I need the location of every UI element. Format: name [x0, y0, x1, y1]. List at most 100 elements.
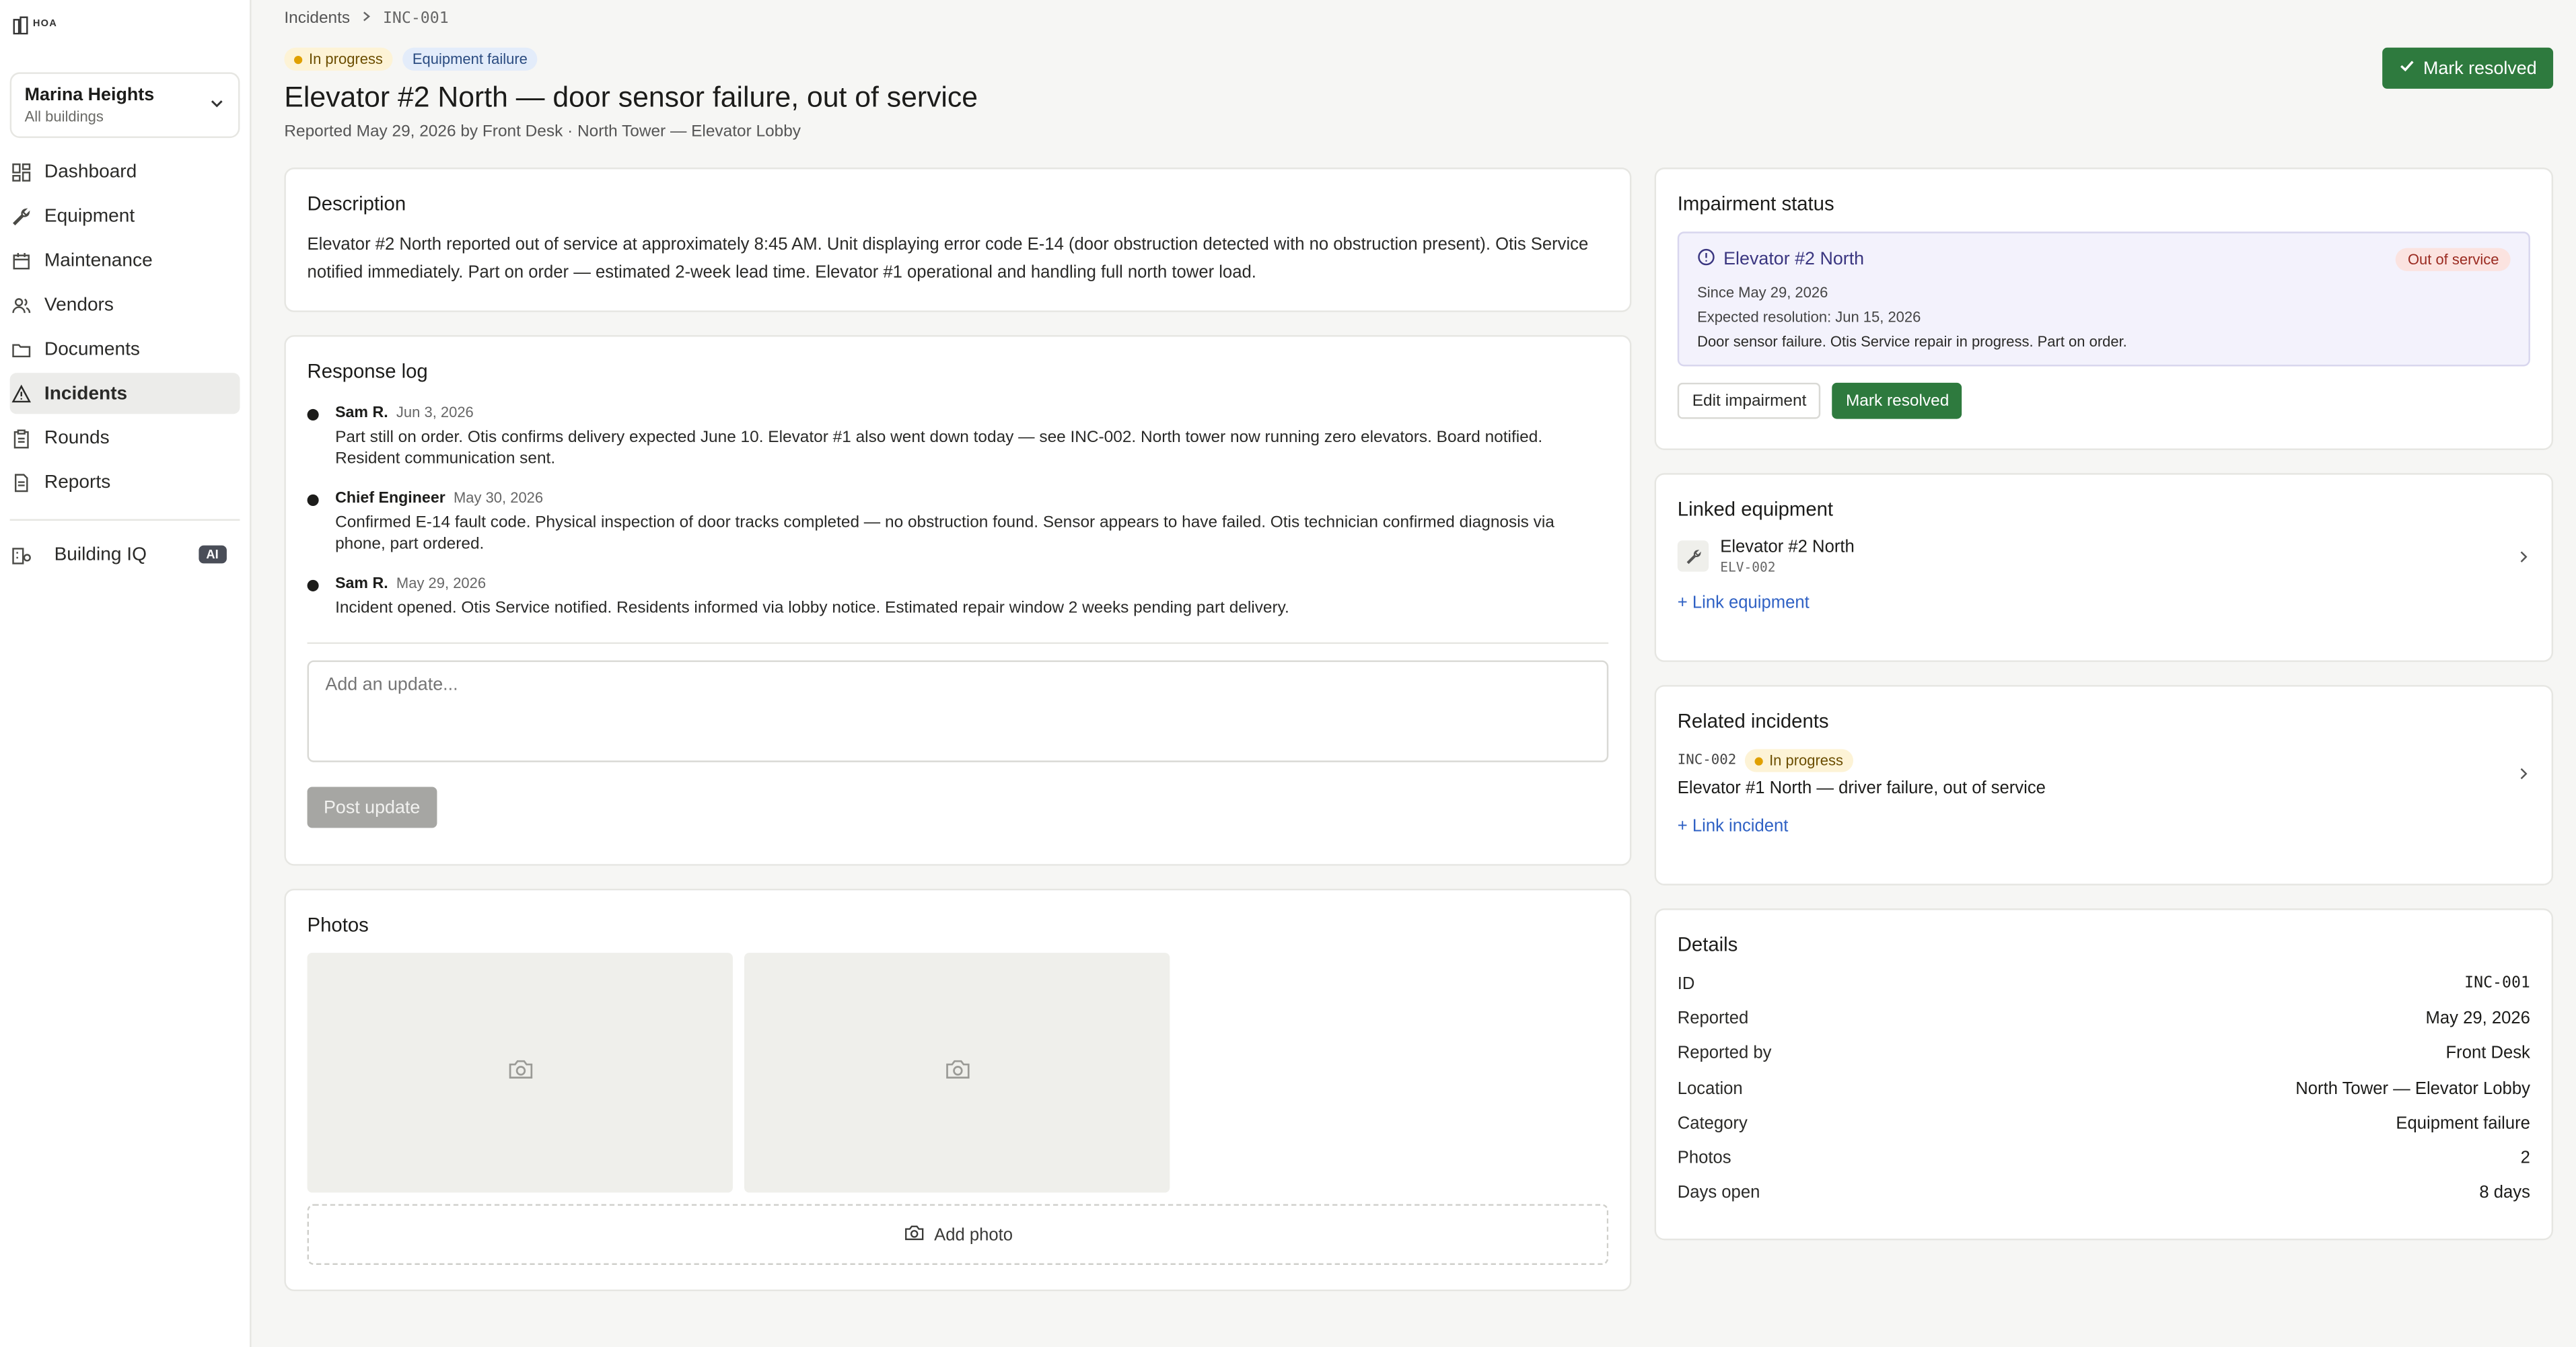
org-switcher[interactable]: Marina Heights All buildings	[9, 72, 240, 139]
add-photo-label: Add photo	[934, 1225, 1013, 1245]
link-equipment-link[interactable]: + Link equipment	[1678, 593, 2530, 612]
timeline-dot-icon	[307, 494, 319, 506]
alert-triangle-icon	[10, 382, 33, 405]
log-author: Chief Engineer	[335, 489, 445, 508]
sidebar-item-label: Rounds	[44, 428, 110, 448]
detail-value: INC-001	[2464, 974, 2530, 993]
log-date: May 29, 2026	[396, 575, 487, 591]
impairment-mark-resolved-button[interactable]: Mark resolved	[1832, 382, 1962, 419]
check-icon	[2398, 57, 2414, 79]
response-log-card: Response log Sam R. Jun 3, 2026 Part stil…	[284, 335, 1632, 866]
impairment-box: Elevator #2 North Out of service Since M…	[1677, 231, 2530, 367]
details-heading: Details	[1677, 933, 1738, 956]
folder-icon	[10, 338, 33, 361]
update-input[interactable]	[307, 660, 1609, 762]
description-heading: Description	[307, 192, 406, 215]
camera-icon	[903, 1223, 925, 1246]
linked-equipment-name: Elevator #2 North	[1720, 537, 1855, 557]
detail-value: Equipment failure	[2396, 1113, 2530, 1134]
sidebar-item-label: Building IQ	[54, 544, 147, 565]
ai-badge: AI	[198, 545, 227, 564]
detail-key: ID	[1677, 973, 1695, 994]
detail-row-reported-by: Reported by Front Desk	[1678, 1036, 2530, 1071]
clipboard-icon	[10, 427, 33, 449]
log-text: Incident opened. Otis Service notified. …	[335, 599, 1289, 618]
log-date: Jun 3, 2026	[396, 404, 474, 421]
related-incidents-card: Related incidents INC-002 In progress El…	[1654, 685, 2554, 885]
sidebar-item-label: Documents	[44, 339, 140, 359]
detail-value: North Tower — Elevator Lobby	[2295, 1078, 2530, 1099]
impairment-since: Since May 29, 2026	[1697, 284, 1828, 301]
impairment-equipment: Elevator #2 North	[1723, 250, 1865, 270]
sidebar-item-rounds[interactable]: Rounds	[10, 417, 240, 458]
detail-value: 8 days	[2479, 1183, 2530, 1204]
post-update-button[interactable]: Post update	[307, 787, 437, 828]
status-badge-label: In progress	[309, 50, 383, 68]
related-incident-row[interactable]: INC-002 In progress Elevator #1 North — …	[1677, 749, 2530, 799]
detail-value: May 29, 2026	[2425, 1008, 2530, 1029]
details-card: Details ID INC-001 Reported May 29, 2026 R…	[1654, 908, 2554, 1241]
users-icon	[10, 293, 33, 316]
linked-equipment-card: Linked equipment Elevator #2 North ELV-0…	[1654, 473, 2554, 662]
brand-logo[interactable]: HOA	[13, 13, 240, 36]
timeline-dot-icon	[307, 408, 319, 421]
sidebar-item-maintenance[interactable]: Maintenance	[10, 240, 240, 281]
out-of-service-badge: Out of service	[2396, 248, 2511, 271]
sidebar-item-reports[interactable]: Reports	[10, 462, 240, 503]
log-divider	[307, 642, 1609, 645]
sidebar-item-building-iq[interactable]: Building IQ AI	[10, 534, 240, 575]
page-title: Elevator #2 North — door sensor failure,…	[284, 80, 978, 114]
sidebar-item-label: Vendors	[44, 295, 114, 315]
log-text: Confirmed E-14 fault code. Physical insp…	[335, 514, 1554, 554]
breadcrumb-incidents-link[interactable]: Incidents	[284, 9, 350, 27]
timeline-dot-icon	[307, 579, 319, 591]
related-incident-title: Elevator #1 North — driver failure, out …	[1677, 778, 2046, 799]
building-iq-icon	[10, 543, 33, 566]
mark-resolved-label: Mark resolved	[2423, 58, 2537, 78]
chevron-right-icon	[2517, 759, 2530, 789]
category-badge: Equipment failure	[402, 47, 538, 71]
sidebar-item-label: Equipment	[44, 206, 135, 226]
sidebar-item-incidents[interactable]: Incidents	[9, 373, 240, 414]
edit-impairment-button[interactable]: Edit impairment	[1677, 382, 1822, 419]
linked-equipment-id: ELV-002	[1720, 560, 1776, 575]
sidebar-item-label: Incidents	[44, 384, 128, 404]
response-log-heading: Response log	[307, 359, 428, 383]
log-text: Part still on order. Otis confirms deliv…	[335, 429, 1543, 468]
wrench-icon	[1677, 540, 1709, 572]
photo-thumbnail[interactable]	[744, 953, 1170, 1193]
photos-card: Photos Add photo	[284, 888, 1632, 1292]
sidebar-item-documents[interactable]: Documents	[10, 328, 240, 369]
description-card: Description Elevator #2 North reported o…	[284, 168, 1632, 312]
log-entry: Sam R. Jun 3, 2026 Part still on order. O…	[307, 404, 1609, 470]
link-incident-link[interactable]: + Link incident	[1678, 816, 2530, 836]
detail-key: Category	[1677, 1113, 1748, 1134]
sidebar: HOA Marina Heights All buildings Dashboa…	[0, 0, 252, 1347]
detail-row-reported: Reported May 29, 2026	[1678, 1001, 2530, 1036]
impairment-card: Impairment status Elevator #2 North Out …	[1654, 168, 2554, 450]
sidebar-item-dashboard[interactable]: Dashboard	[10, 151, 240, 192]
photo-thumbnail[interactable]	[307, 953, 733, 1193]
mark-resolved-button[interactable]: Mark resolved	[2382, 47, 2554, 89]
detail-row-location: Location North Tower — Elevator Lobby	[1678, 1071, 2530, 1106]
linked-equipment-row[interactable]: Elevator #2 North ELV-002	[1677, 537, 2530, 575]
main-content: Incidents INC-001 Mark resolved In progr…	[252, 0, 2576, 1347]
log-entry: Chief Engineer May 30, 2026 Confirmed E-1…	[307, 489, 1609, 556]
related-incidents-heading: Related incidents	[1677, 709, 1829, 733]
dashboard-icon	[10, 160, 33, 183]
detail-row-category: Category Equipment failure	[1678, 1106, 2530, 1141]
info-circle-icon	[1697, 248, 1715, 271]
status-badge-label: In progress	[1769, 752, 1844, 769]
chevron-right-icon	[2517, 541, 2530, 571]
detail-row-days-open: Days open 8 days	[1678, 1176, 2530, 1211]
detail-key: Photos	[1677, 1148, 1731, 1169]
description-text: Elevator #2 North reported out of servic…	[307, 235, 1589, 283]
brand-logo-text: HOA	[32, 20, 58, 30]
log-entry: Sam R. May 29, 2026 Incident opened. Otis…	[307, 575, 1609, 620]
sidebar-item-vendors[interactable]: Vendors	[10, 284, 240, 325]
breadcrumb-current: INC-001	[382, 9, 449, 28]
add-photo-button[interactable]: Add photo	[307, 1204, 1609, 1265]
detail-row-id: ID INC-001	[1678, 966, 2530, 1001]
sidebar-item-equipment[interactable]: Equipment	[10, 196, 240, 237]
detail-key: Location	[1677, 1078, 1743, 1099]
